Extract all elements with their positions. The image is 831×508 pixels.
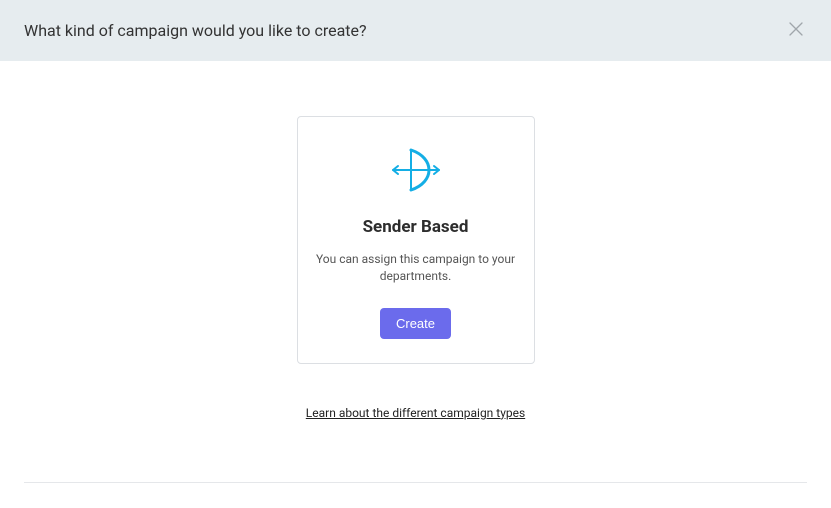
- close-button[interactable]: [785, 18, 807, 43]
- modal-title: What kind of campaign would you like to …: [24, 21, 367, 40]
- card-title: Sender Based: [363, 217, 469, 237]
- close-icon: [789, 22, 803, 39]
- create-button[interactable]: Create: [380, 308, 451, 339]
- card-description: You can assign this campaign to your dep…: [316, 251, 516, 286]
- modal-header: What kind of campaign would you like to …: [0, 0, 831, 61]
- learn-more-link[interactable]: Learn about the different campaign types: [306, 406, 525, 420]
- campaign-type-card: Sender Based You can assign this campaig…: [297, 116, 535, 364]
- modal-content: Sender Based You can assign this campaig…: [0, 61, 831, 483]
- divider: [24, 482, 807, 483]
- bow-arrow-icon: [391, 145, 441, 195]
